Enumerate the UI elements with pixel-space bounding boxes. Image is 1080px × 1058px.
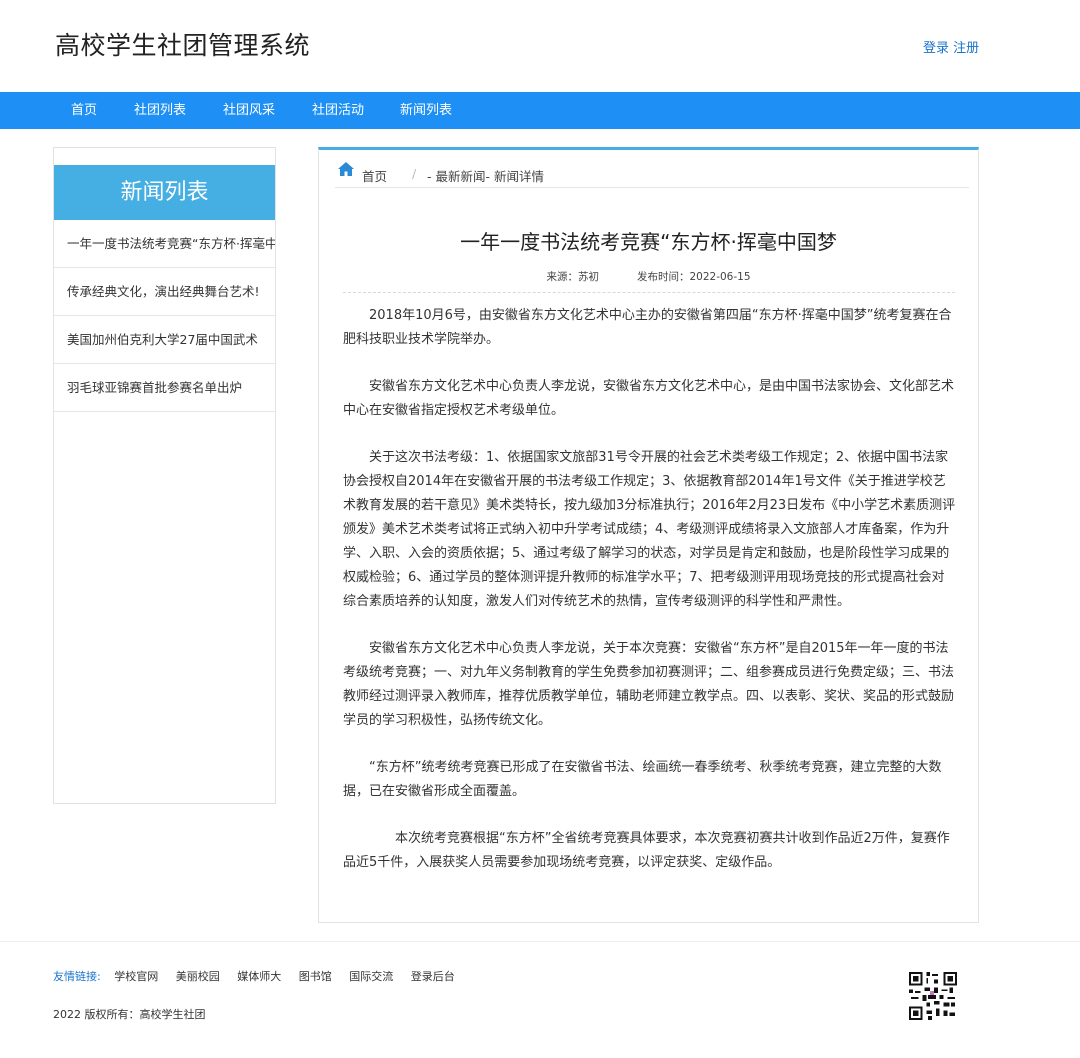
breadcrumb-home[interactable]: 首页 (362, 166, 387, 185)
article-paragraph: 安徽省东方文化艺术中心负责人李龙说，关于本次竞赛：安徽省“东方杯”是自2015年… (343, 641, 955, 728)
copyright: 2022 版权所有：高校学生社团 (53, 1008, 206, 1021)
footer-divider (0, 941, 1080, 942)
date-label: 发布时间： (636, 271, 690, 283)
breadcrumb-current: - 最新新闻- 新闻详情 (427, 169, 544, 184)
article-date: 2022-06-15 (689, 271, 751, 283)
home-icon (338, 162, 354, 176)
breadcrumb: 首页 / - 最新新闻- 新闻详情 (335, 160, 969, 188)
article-paragraph: 关于这次书法考级：1、依据国家文旅部31号令开展的社会艺术类考级工作规定；2、依… (343, 450, 956, 609)
article-paragraph: “东方杯”统考统考竞赛已形成了在安徽省书法、绘画统一春季统考、秋季统考竞赛，建立… (343, 760, 942, 799)
sidebar-title: 新闻列表 (54, 165, 275, 220)
footer-link[interactable]: 媒体师大 (237, 970, 281, 983)
meta-divider (343, 292, 955, 293)
main-nav: 首页 社团列表 社团风采 社团活动 新闻列表 (0, 92, 1080, 129)
nav-home[interactable]: 首页 (71, 92, 97, 129)
article-title: 一年一度书法统考竞赛“东方杯·挥毫中国梦 (460, 230, 837, 254)
sidebar-news-item[interactable]: 一年一度书法统考竞赛“东方杯·挥毫中国梦 (54, 220, 275, 268)
article-panel: 首页 / - 最新新闻- 新闻详情 一年一度书法统考竞赛“东方杯·挥毫中国梦 来… (318, 147, 979, 923)
site-title[interactable]: 高校学生社团管理系统 (55, 26, 310, 62)
footer-link[interactable]: 登录后台 (411, 970, 455, 983)
footer-link[interactable]: 图书馆 (299, 970, 332, 983)
sidebar-news-item[interactable]: 传承经典文化，演出经典舞台艺术! (54, 268, 275, 316)
source-label: 来源： (546, 271, 578, 283)
register-link[interactable]: 注册 (953, 41, 979, 56)
nav-club-activities[interactable]: 社团活动 (312, 92, 364, 129)
login-link[interactable]: 登录 (923, 41, 949, 56)
auth-links: 登录 注册 (923, 37, 979, 56)
nav-club-list[interactable]: 社团列表 (134, 92, 186, 129)
qr-code-icon (909, 972, 957, 1020)
article-paragraph: 2018年10月6号，由安徽省东方文化艺术中心主办的安徽省第四届“东方杯·挥毫中… (343, 308, 952, 347)
sidebar-news-item[interactable]: 羽毛球亚锦赛首批参赛名单出炉 (54, 364, 275, 412)
footer-link[interactable]: 学校官网 (114, 970, 158, 983)
header: 高校学生社团管理系统 登录 注册 (0, 0, 1080, 92)
news-sidebar: 新闻列表 一年一度书法统考竞赛“东方杯·挥毫中国梦 传承经典文化，演出经典舞台艺… (53, 147, 276, 804)
article-paragraph: 本次统考竞赛根据“东方杯”全省统考竞赛具体要求，本次竞赛初赛共计收到作品近2万件… (343, 831, 950, 870)
footer-link[interactable]: 美丽校园 (176, 970, 220, 983)
nav-news-list[interactable]: 新闻列表 (400, 92, 452, 129)
article-meta: 来源：苏初 发布时间：2022-06-15 (319, 269, 978, 284)
article-paragraph: 安徽省东方文化艺术中心负责人李龙说，安徽省东方文化艺术中心，是由中国书法家协会、… (343, 379, 955, 418)
nav-club-showcase[interactable]: 社团风采 (223, 92, 275, 129)
sidebar-news-list: 一年一度书法统考竞赛“东方杯·挥毫中国梦 传承经典文化，演出经典舞台艺术! 美国… (54, 220, 275, 412)
links-label: 友情链接: (53, 970, 101, 983)
article-source: 苏初 (577, 271, 599, 283)
article-body: 2018年10月6号，由安徽省东方文化艺术中心主办的安徽省第四届“东方杯·挥毫中… (343, 304, 957, 898)
sidebar-news-item[interactable]: 美国加州伯克利大学27届中国武术 (54, 316, 275, 364)
friend-links: 友情链接: 学校官网 美丽校园 媒体师大 图书馆 国际交流 登录后台 (53, 968, 469, 984)
breadcrumb-separator: / (412, 166, 417, 181)
footer-link[interactable]: 国际交流 (349, 970, 393, 983)
